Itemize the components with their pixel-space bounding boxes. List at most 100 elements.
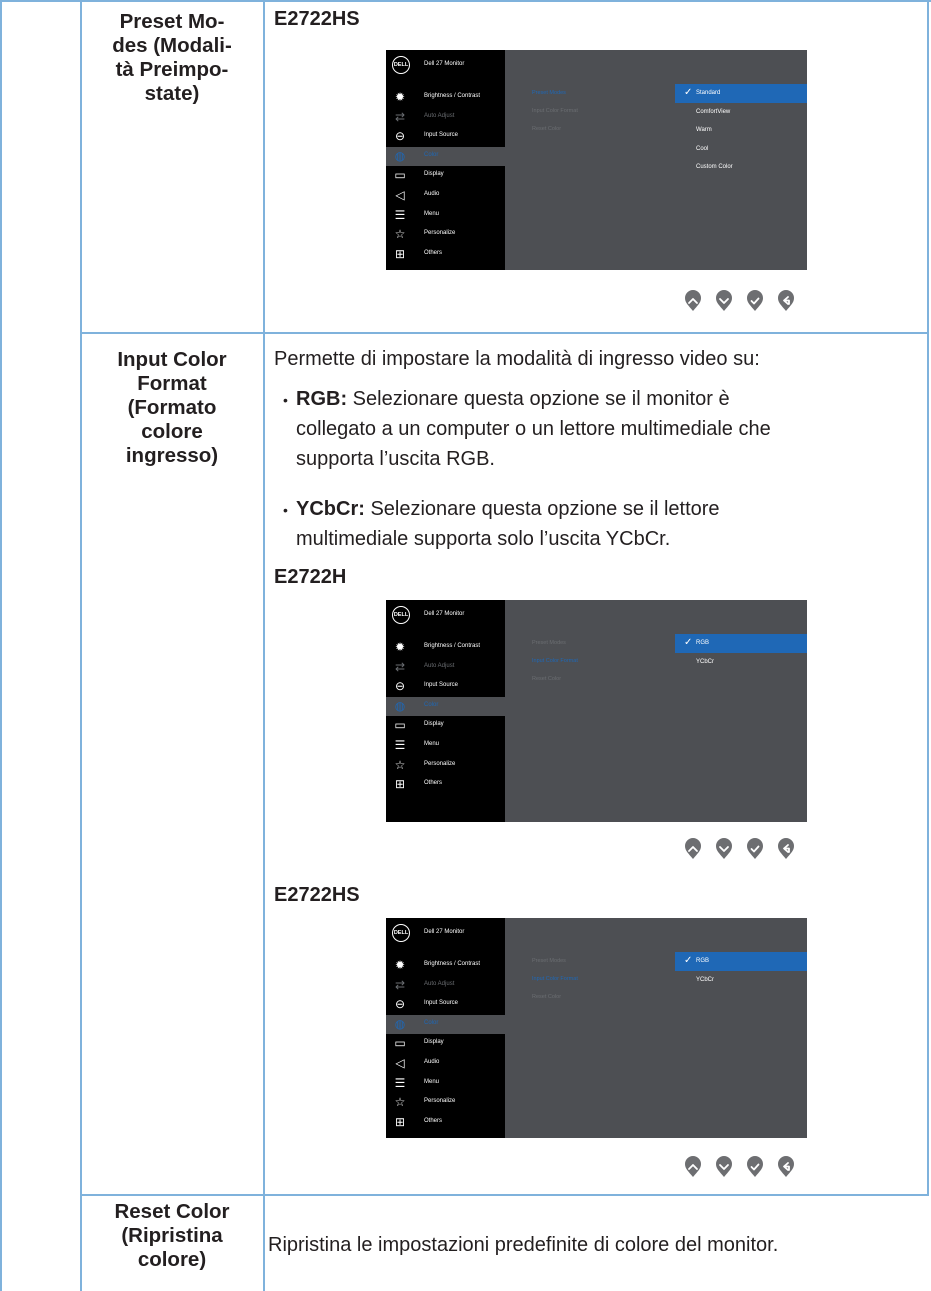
up-arrow-icon[interactable] [685, 838, 701, 860]
display-icon: ▭ [394, 718, 406, 733]
osd-menu-item[interactable]: ☰ Menu [386, 1074, 505, 1094]
osd-menu-item[interactable]: ☆ Personalize [386, 225, 505, 245]
row-label-reset-color: Reset Color (Ripristina colore) [114, 1200, 230, 1271]
osd-submenu-item[interactable]: Preset Modes [532, 958, 566, 964]
osd-menu-item[interactable]: ◍ Color [386, 696, 505, 717]
osd-menu-label: Menu [424, 1078, 440, 1085]
osd-submenu-item[interactable]: Preset Modes [532, 90, 566, 96]
osd-menu-item[interactable]: ☆ Personalize [386, 756, 505, 776]
osd-menu-item[interactable]: ✹ Brightness / Contrast [386, 88, 505, 108]
osd-menu-label: Brightness / Contrast [424, 643, 481, 649]
osd-menu-label: Color [424, 1019, 439, 1026]
osd-menu-label: Menu [424, 210, 440, 217]
model-heading: E2722H [274, 566, 347, 588]
osd-screenshot-preset-modes: DELL Dell 27 Monitor ✹ Brightness / Contras… [386, 50, 807, 270]
back-icon[interactable] [778, 290, 794, 312]
osd-option[interactable]: ✓ Standard [675, 84, 807, 103]
brightness-icon: ✹ [394, 958, 406, 972]
down-arrow-icon[interactable] [716, 290, 732, 312]
bullet-term: RGB: [296, 388, 348, 410]
osd-option-label: ComfortView [696, 108, 731, 115]
osd-menu-item[interactable]: ⊞ Others [386, 1113, 505, 1133]
osd-menu-item[interactable]: ☰ Menu [386, 736, 505, 756]
osd-menu-label: Brightness / Contrast [424, 93, 481, 99]
osd-menu-label: Display [424, 171, 444, 178]
osd-sidebar: DELL Dell 27 Monitor ✹ Brightness / Contras… [386, 918, 505, 1138]
osd-menu-label: Input Source [424, 1000, 459, 1007]
osd-option-label: RGB [696, 640, 710, 646]
model-heading: E2722HS [274, 884, 360, 906]
check-icon: ✓ [684, 955, 693, 966]
check-icon[interactable] [747, 1156, 763, 1178]
osd-submenu-item[interactable]: Reset Color [532, 126, 561, 132]
check-icon[interactable] [747, 290, 763, 312]
osd-option[interactable]: ✓ RGB [675, 952, 807, 971]
osd-option[interactable]: YCbCr [675, 971, 807, 990]
osd-menu-item[interactable]: ⇄ Auto Adjust [386, 976, 505, 996]
osd-menu-item[interactable]: ✹ Brightness / Contrast [386, 638, 505, 658]
input-source-icon: ⊖ [394, 679, 406, 694]
auto-adjust-icon: ⇄ [394, 977, 406, 992]
bullet-rgb: RGB: Selezionare questa opzione se il mo… [296, 384, 771, 474]
osd-menu-label: Personalize [424, 230, 456, 237]
osd-menu-item[interactable]: ▭ Display [386, 166, 505, 186]
osd-menu-item[interactable]: ⊖ Input Source [386, 995, 505, 1015]
osd-option-label: Custom Color [696, 164, 733, 170]
osd-submenu-item[interactable]: Reset Color [532, 994, 561, 1000]
osd-menu-label: Auto Adjust [424, 980, 455, 987]
back-icon[interactable] [778, 1156, 794, 1178]
osd-menu-item[interactable]: ⇄ Auto Adjust [386, 658, 505, 678]
osd-submenu-item[interactable]: Input Color Format [532, 658, 578, 664]
up-arrow-icon[interactable] [685, 290, 701, 312]
osd-menu-item[interactable]: ⊖ Input Source [386, 677, 505, 697]
osd-menu-label: Personalize [424, 760, 456, 767]
osd-option-label: YCbCr [696, 976, 715, 983]
osd-menu-item[interactable]: ◍ Color [386, 1014, 505, 1035]
osd-option[interactable]: ComfortView [675, 103, 807, 122]
osd-title: Dell 27 Monitor [424, 611, 465, 617]
osd-menu-item[interactable]: ▭ Display [386, 716, 505, 736]
osd-menu-item[interactable]: ☆ Personalize [386, 1093, 505, 1113]
table-border-left [0, 0, 2, 1291]
back-icon[interactable] [778, 838, 794, 860]
osd-option[interactable]: Cool [675, 140, 807, 159]
others-icon: ⊞ [394, 1114, 406, 1129]
osd-menu-item[interactable]: ⊞ Others [386, 245, 505, 265]
osd-menu-item[interactable]: ✹ Brightness / Contrast [386, 956, 505, 976]
osd-option[interactable]: ✓ RGB [675, 634, 807, 653]
osd-option[interactable]: Warm [675, 121, 807, 140]
menu-icon: ☰ [394, 207, 406, 222]
osd-menu-label: Others [424, 780, 443, 787]
osd-submenu-item[interactable]: Input Color Format [532, 976, 578, 982]
down-arrow-icon[interactable] [716, 1156, 732, 1178]
down-arrow-icon[interactable] [716, 838, 732, 860]
osd-menu-item[interactable]: ⊞ Others [386, 775, 505, 795]
osd-option-label: YCbCr [696, 658, 715, 665]
osd-menu-item[interactable]: ◁ Audio [386, 1054, 505, 1074]
row-label-preset-modes: Preset Mo- des (Modali- tà Preimpo- stat… [112, 10, 232, 105]
bullet-mark: • [283, 502, 288, 518]
dell-logo: DELL [392, 606, 410, 624]
osd-option[interactable]: YCbCr [675, 653, 807, 672]
osd-submenu-item[interactable]: Reset Color [532, 676, 561, 682]
osd-menu-item[interactable]: ▭ Display [386, 1034, 505, 1054]
bullet-mark: • [283, 392, 288, 408]
osd-menu-item[interactable]: ⇄ Auto Adjust [386, 108, 505, 128]
osd-menu-label: Auto Adjust [424, 662, 455, 669]
osd-menu-item[interactable]: ◁ Audio [386, 186, 505, 206]
osd-option[interactable]: Custom Color [675, 158, 807, 177]
up-arrow-icon[interactable] [685, 1156, 701, 1178]
check-icon[interactable] [747, 838, 763, 860]
osd-menu-label: Brightness / Contrast [424, 961, 481, 967]
bullet-ycbcr: YCbCr: Selezionare questa opzione se il … [296, 494, 720, 554]
osd-option-label: Warm [696, 127, 712, 133]
osd-menu-item[interactable]: ⊖ Input Source [386, 127, 505, 147]
osd-menu-item[interactable]: ☰ Menu [386, 206, 505, 226]
bullet-text: Selezionare questa opzione se il lettore [364, 498, 720, 520]
osd-menu-item[interactable]: ◍ Color [386, 146, 505, 167]
table-border-top [0, 0, 931, 2]
osd-submenu-item[interactable]: Input Color Format [532, 108, 578, 114]
osd-menu-label: Audio [424, 1059, 440, 1065]
osd-screenshot-format-b: DELL Dell 27 Monitor ✹ Brightness / Contras… [386, 918, 807, 1138]
osd-submenu-item[interactable]: Preset Modes [532, 640, 566, 646]
